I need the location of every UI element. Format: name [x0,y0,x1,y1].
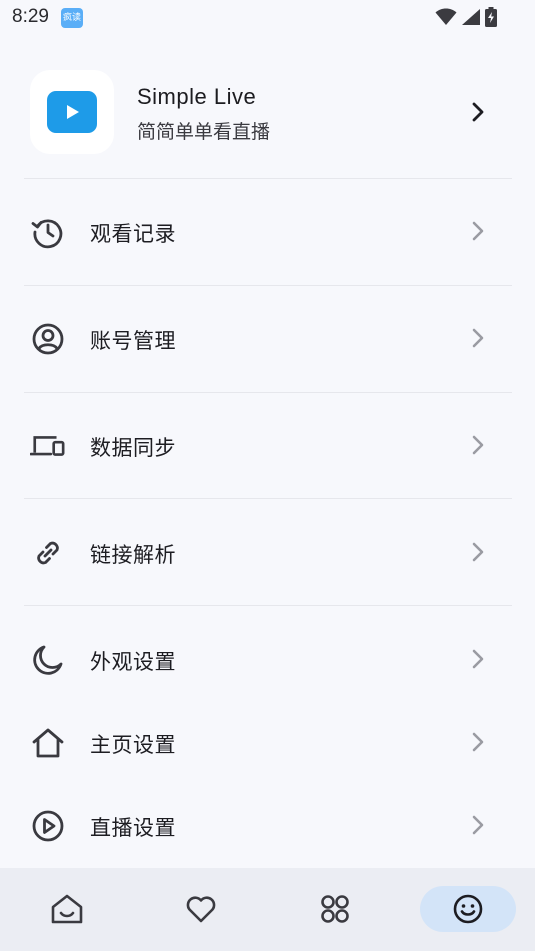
smile-icon [453,894,483,924]
divider [24,285,512,286]
nav-home-button[interactable] [19,886,115,932]
menu-item-data-sync[interactable]: 数据同步 [24,413,512,479]
menu-item-label: 外观设置 [90,650,176,674]
devices-icon [30,430,66,462]
wifi-icon [435,8,457,25]
menu-item-appearance-settings[interactable]: 外观设置 [24,627,512,693]
menu-item-label: 主页设置 [90,733,176,757]
chevron-right-icon [472,102,484,122]
chevron-right-icon [472,815,484,835]
chevron-right-icon [472,328,484,348]
chevron-right-icon [472,435,484,455]
menu-item-watch-history[interactable]: 观看记录 [24,199,512,265]
menu-item-label: 账号管理 [90,329,176,353]
app-notification-badge: 疯读 [61,8,83,28]
account-circle-icon [30,323,66,355]
menu-item-live-settings[interactable]: 直播设置 [24,793,512,859]
menu-item-label: 数据同步 [90,436,176,460]
menu-item-label: 链接解析 [90,543,176,567]
divider [24,392,512,393]
battery-charging-icon [485,7,497,27]
divider [24,605,512,606]
play-circle-icon [30,810,66,842]
app-info-row[interactable]: Simple Live 简简单单看直播 [24,58,512,178]
link-icon [30,537,66,569]
signal-icon [462,9,480,25]
status-icons [435,6,497,28]
status-bar: 8:29 疯读 [0,0,535,36]
moon-icon [30,644,66,676]
chevron-right-icon [472,221,484,241]
nav-favorites-button[interactable] [153,886,249,932]
menu-item-link-parse[interactable]: 链接解析 [24,520,512,586]
categories-icon [321,895,349,923]
menu-item-label: 观看记录 [90,222,176,246]
menu-item-home-settings[interactable]: 主页设置 [24,710,512,776]
chevron-right-icon [472,542,484,562]
heart-icon [186,896,216,923]
status-time: 8:29 [12,6,49,27]
app-subtitle: 简简单单看直播 [137,121,271,143]
history-icon [30,216,66,249]
nav-mine-button[interactable] [420,886,516,932]
chevron-right-icon [472,649,484,669]
divider [24,178,512,179]
app-name: Simple Live [137,84,257,109]
nav-categories-button[interactable] [287,886,383,932]
bottom-navigation-bar [0,868,535,951]
chevron-right-icon [472,732,484,752]
divider [24,498,512,499]
play-logo-icon [47,91,97,133]
menu-item-account-management[interactable]: 账号管理 [24,306,512,372]
home-icon [51,894,83,924]
app-logo [30,70,114,154]
home-icon [30,727,66,759]
menu-item-label: 直播设置 [90,816,176,840]
